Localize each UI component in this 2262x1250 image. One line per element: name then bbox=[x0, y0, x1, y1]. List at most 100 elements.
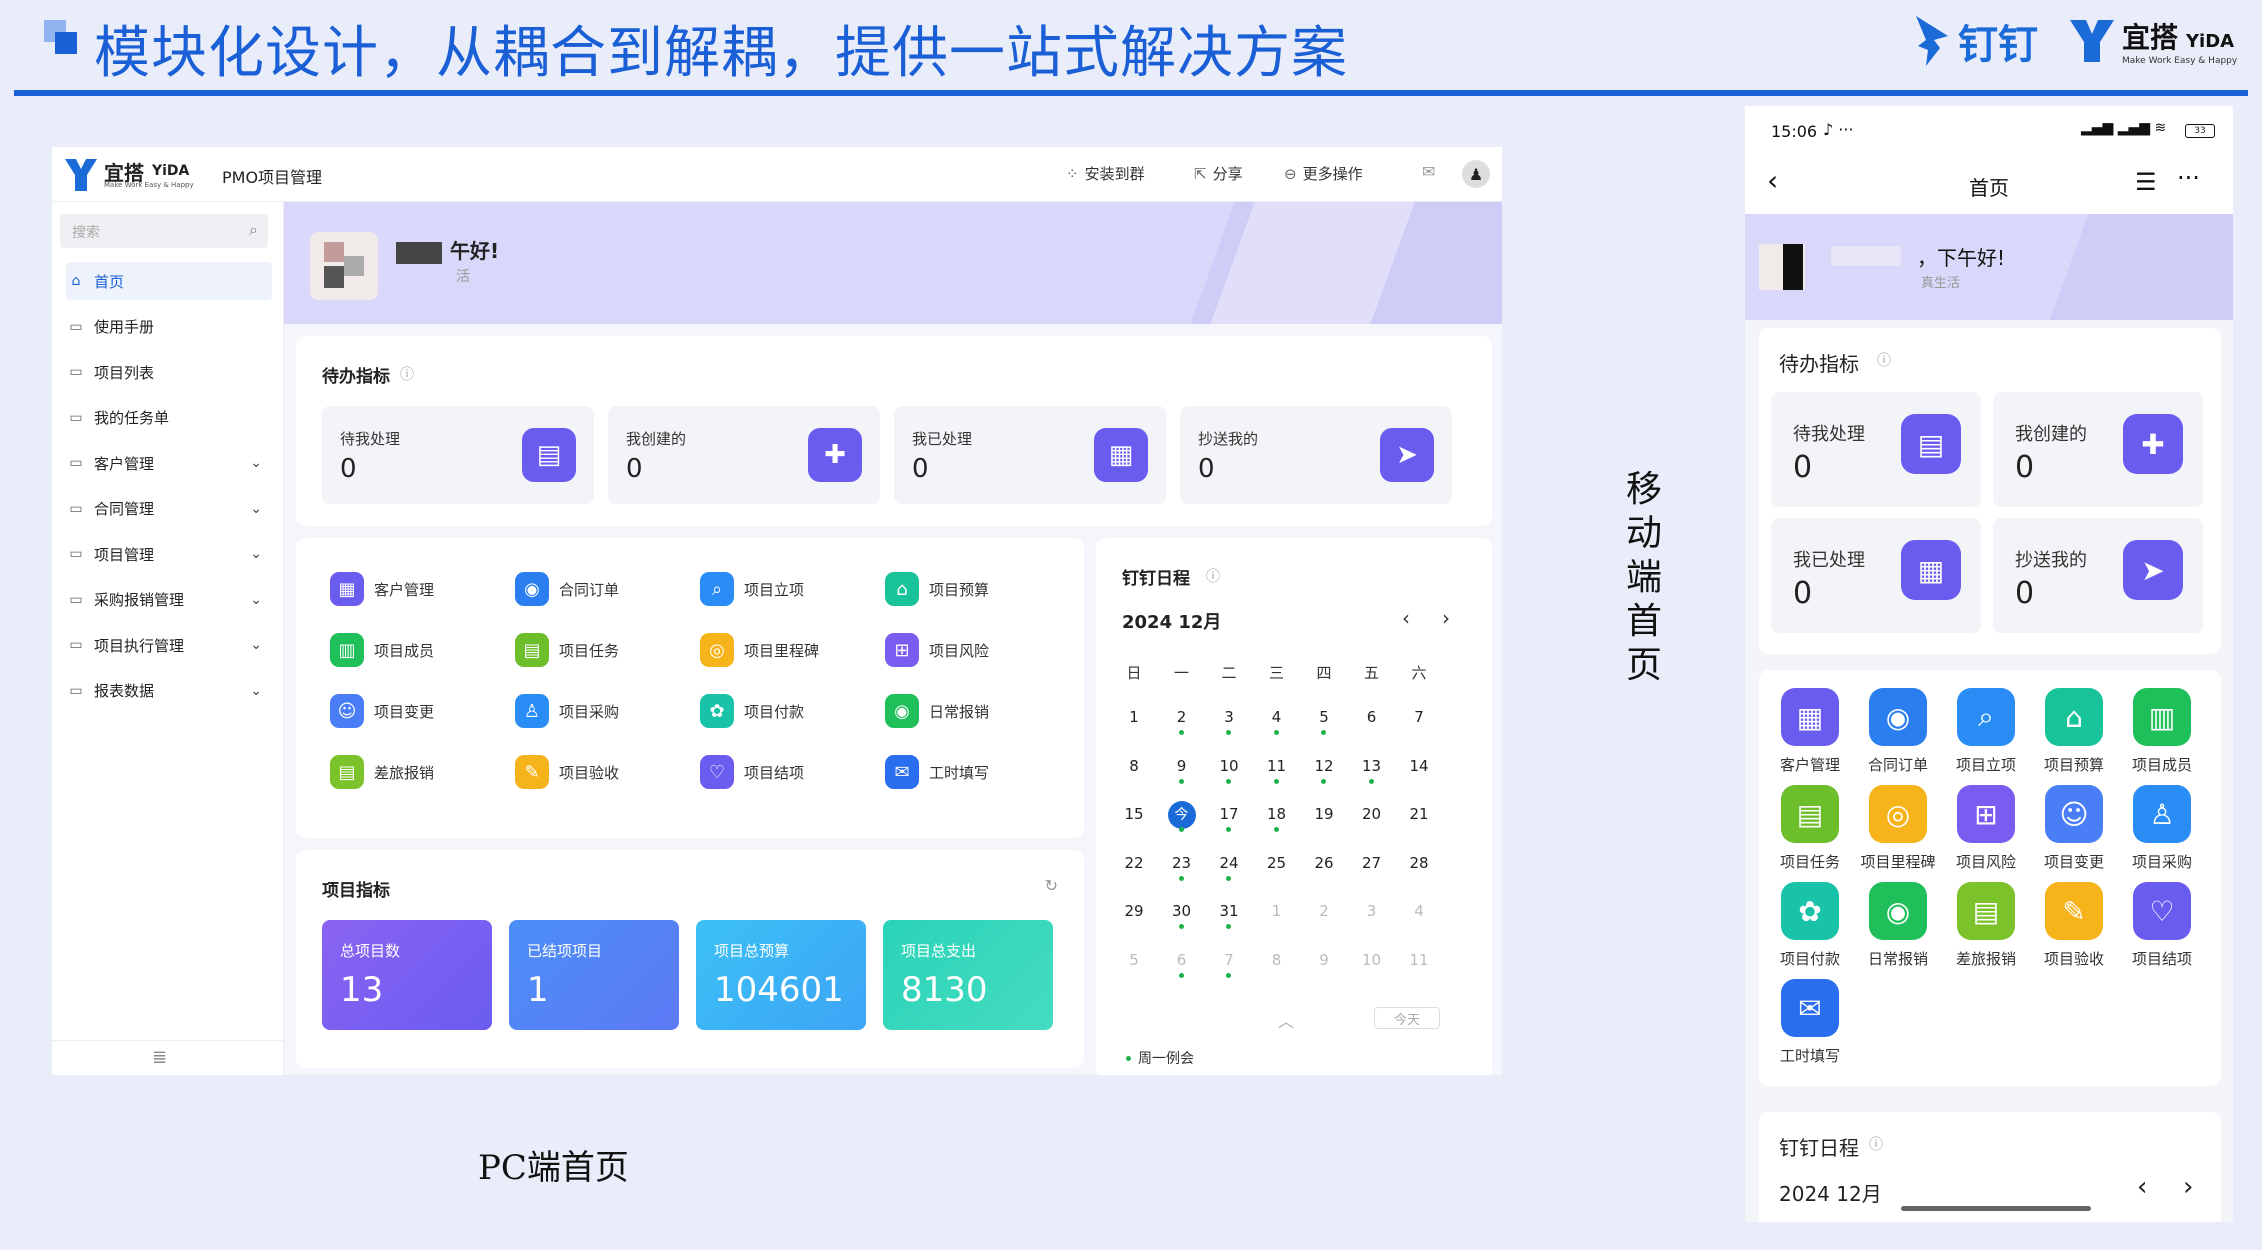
calendar-day[interactable]: 10 bbox=[1348, 951, 1396, 969]
app-shortcut[interactable]: ◉ 日常报销 bbox=[885, 694, 989, 728]
calendar-day[interactable]: 31 bbox=[1205, 902, 1253, 920]
app-shortcut[interactable]: ▤ 差旅报销 bbox=[1941, 882, 2031, 969]
calendar-day[interactable]: 7 bbox=[1395, 708, 1443, 726]
app-shortcut[interactable]: ◉ 合同订单 bbox=[515, 572, 619, 606]
app-shortcut[interactable]: ▥ 项目成员 bbox=[330, 633, 434, 667]
calendar-day[interactable]: 4 bbox=[1395, 902, 1443, 920]
calendar-day[interactable]: 6 bbox=[1348, 708, 1396, 726]
todo-tile[interactable]: 抄送我的 0 ➤ bbox=[1993, 518, 2203, 633]
app-shortcut[interactable]: ⌕ 项目立项 bbox=[1941, 688, 2031, 775]
todo-tile[interactable]: 待我处理 0 ▤ bbox=[1771, 392, 1981, 507]
todo-tile[interactable]: 我已处理 0 ▦ bbox=[1771, 518, 1981, 633]
app-shortcut[interactable]: ♡ 项目结项 bbox=[2117, 882, 2207, 969]
app-shortcut[interactable]: ◉ 合同订单 bbox=[1853, 688, 1943, 775]
app-shortcut[interactable]: ⌂ 项目预算 bbox=[885, 572, 989, 606]
calendar-day[interactable]: 17 bbox=[1205, 805, 1253, 823]
calendar-day[interactable]: 1 bbox=[1253, 902, 1301, 920]
app-shortcut[interactable]: ☺ 项目变更 bbox=[2029, 785, 2119, 872]
calendar-day[interactable]: 9 bbox=[1158, 757, 1206, 775]
app-shortcut[interactable]: ▦ 客户管理 bbox=[330, 572, 434, 606]
user-avatar[interactable]: ♟ bbox=[1462, 160, 1490, 188]
todo-tile[interactable]: 我已处理 0 ▦ bbox=[894, 406, 1166, 504]
app-shortcut[interactable]: ✉ 工时填写 bbox=[1765, 979, 1855, 1066]
calendar-day[interactable]: 23 bbox=[1158, 854, 1206, 872]
calendar-day[interactable]: 25 bbox=[1253, 854, 1301, 872]
calendar-day[interactable]: 11 bbox=[1395, 951, 1443, 969]
app-shortcut[interactable]: ◉ 日常报销 bbox=[1853, 882, 1943, 969]
todo-tile[interactable]: 我创建的 0 ✚ bbox=[1993, 392, 2203, 507]
calendar-day[interactable]: 19 bbox=[1300, 805, 1348, 823]
app-shortcut[interactable]: ✎ 项目验收 bbox=[515, 755, 619, 789]
prev-month-icon[interactable]: ‹ bbox=[2137, 1172, 2147, 1202]
app-shortcut[interactable]: ✉ 工时填写 bbox=[885, 755, 989, 789]
sidebar-item[interactable]: ▭ 客户管理 ⌄ bbox=[66, 444, 272, 482]
sidebar-item[interactable]: ▭ 采购报销管理 ⌄ bbox=[66, 581, 272, 619]
calendar-day[interactable]: 8 bbox=[1110, 757, 1158, 775]
sidebar-item[interactable]: ▭ 项目执行管理 ⌄ bbox=[66, 626, 272, 664]
calendar-day[interactable]: 18 bbox=[1253, 805, 1301, 823]
calendar-day[interactable]: 7 bbox=[1205, 951, 1253, 969]
next-month-icon[interactable]: › bbox=[1442, 606, 1450, 630]
calendar-day[interactable]: 3 bbox=[1205, 708, 1253, 726]
app-shortcut[interactable]: ✿ 项目付款 bbox=[700, 694, 804, 728]
calendar-day[interactable]: 今 bbox=[1167, 801, 1196, 829]
sidebar-collapse[interactable]: ≣ bbox=[52, 1040, 283, 1075]
calendar-day[interactable]: 21 bbox=[1395, 805, 1443, 823]
calendar-day[interactable]: 29 bbox=[1110, 902, 1158, 920]
calendar-day[interactable]: 22 bbox=[1110, 854, 1158, 872]
calendar-day[interactable]: 3 bbox=[1348, 902, 1396, 920]
app-shortcut[interactable]: ◎ 项目里程碑 bbox=[1853, 785, 1943, 872]
app-shortcut[interactable]: ⌂ 项目预算 bbox=[2029, 688, 2119, 775]
app-shortcut[interactable]: ♡ 项目结项 bbox=[700, 755, 804, 789]
sidebar-item[interactable]: ▭ 我的任务单 bbox=[66, 399, 272, 437]
calendar-day[interactable]: 20 bbox=[1348, 805, 1396, 823]
sidebar-item[interactable]: ▭ 项目管理 ⌄ bbox=[66, 535, 272, 573]
calendar-day[interactable]: 28 bbox=[1395, 854, 1443, 872]
calendar-day[interactable]: 12 bbox=[1300, 757, 1348, 775]
calendar-day[interactable]: 11 bbox=[1253, 757, 1301, 775]
app-shortcut[interactable]: ☺ 项目变更 bbox=[330, 694, 434, 728]
help-icon[interactable]: ⓘ bbox=[1869, 1134, 1883, 1154]
calendar-day[interactable]: 2 bbox=[1158, 708, 1206, 726]
app-shortcut[interactable]: ✎ 项目验收 bbox=[2029, 882, 2119, 969]
more-actions-button[interactable]: ⊖ 更多操作 bbox=[1284, 163, 1363, 184]
todo-tile[interactable]: 待我处理 0 ▤ bbox=[322, 406, 594, 504]
calendar-day[interactable]: 9 bbox=[1300, 951, 1348, 969]
event-item[interactable]: 周一例会 bbox=[1138, 1048, 1194, 1068]
message-icon[interactable]: ✉ bbox=[1422, 162, 1435, 181]
calendar-day[interactable]: 1 bbox=[1110, 708, 1158, 726]
calendar-day[interactable]: 14 bbox=[1395, 757, 1443, 775]
help-icon[interactable]: ⓘ bbox=[1877, 350, 1891, 370]
sidebar-item[interactable]: ▭ 使用手册 bbox=[66, 308, 272, 346]
app-shortcut[interactable]: ▤ 差旅报销 bbox=[330, 755, 434, 789]
app-shortcut[interactable]: ▥ 项目成员 bbox=[2117, 688, 2207, 775]
sidebar-item[interactable]: ▭ 报表数据 ⌄ bbox=[66, 672, 272, 710]
calendar-day[interactable]: 13 bbox=[1348, 757, 1396, 775]
sidebar-item[interactable]: ⌂ 首页 bbox=[66, 262, 272, 300]
calendar-day[interactable]: 6 bbox=[1158, 951, 1206, 969]
help-icon[interactable]: ⓘ bbox=[1206, 566, 1220, 586]
calendar-day[interactable]: 27 bbox=[1348, 854, 1396, 872]
app-shortcut[interactable]: ✿ 项目付款 bbox=[1765, 882, 1855, 969]
sidebar-item[interactable]: ▭ 项目列表 bbox=[66, 353, 272, 391]
collapse-up-icon[interactable]: ︿ bbox=[1278, 1008, 1294, 1032]
app-shortcut[interactable]: ▤ 项目任务 bbox=[515, 633, 619, 667]
calendar-day[interactable]: 5 bbox=[1110, 951, 1158, 969]
sidebar-item[interactable]: ▭ 合同管理 ⌄ bbox=[66, 490, 272, 528]
calendar-day[interactable]: 26 bbox=[1300, 854, 1348, 872]
app-shortcut[interactable]: ▤ 项目任务 bbox=[1765, 785, 1855, 872]
search-input[interactable]: 搜索 ⌕ bbox=[60, 214, 268, 248]
next-month-icon[interactable]: › bbox=[2183, 1172, 2193, 1202]
app-shortcut[interactable]: ⌕ 项目立项 bbox=[700, 572, 804, 606]
menu-icon[interactable]: ☰ bbox=[2135, 168, 2157, 196]
calendar-day[interactable]: 4 bbox=[1253, 708, 1301, 726]
calendar-day[interactable]: 5 bbox=[1300, 708, 1348, 726]
calendar-day[interactable]: 15 bbox=[1110, 805, 1158, 823]
todo-tile[interactable]: 抄送我的 0 ➤ bbox=[1180, 406, 1452, 504]
calendar-day[interactable]: 2 bbox=[1300, 902, 1348, 920]
app-shortcut[interactable]: ▦ 客户管理 bbox=[1765, 688, 1855, 775]
prev-month-icon[interactable]: ‹ bbox=[1402, 606, 1410, 630]
share-button[interactable]: ⇱ 分享 bbox=[1194, 163, 1243, 184]
app-shortcut[interactable]: ⊞ 项目风险 bbox=[885, 633, 989, 667]
calendar-day[interactable]: 10 bbox=[1205, 757, 1253, 775]
